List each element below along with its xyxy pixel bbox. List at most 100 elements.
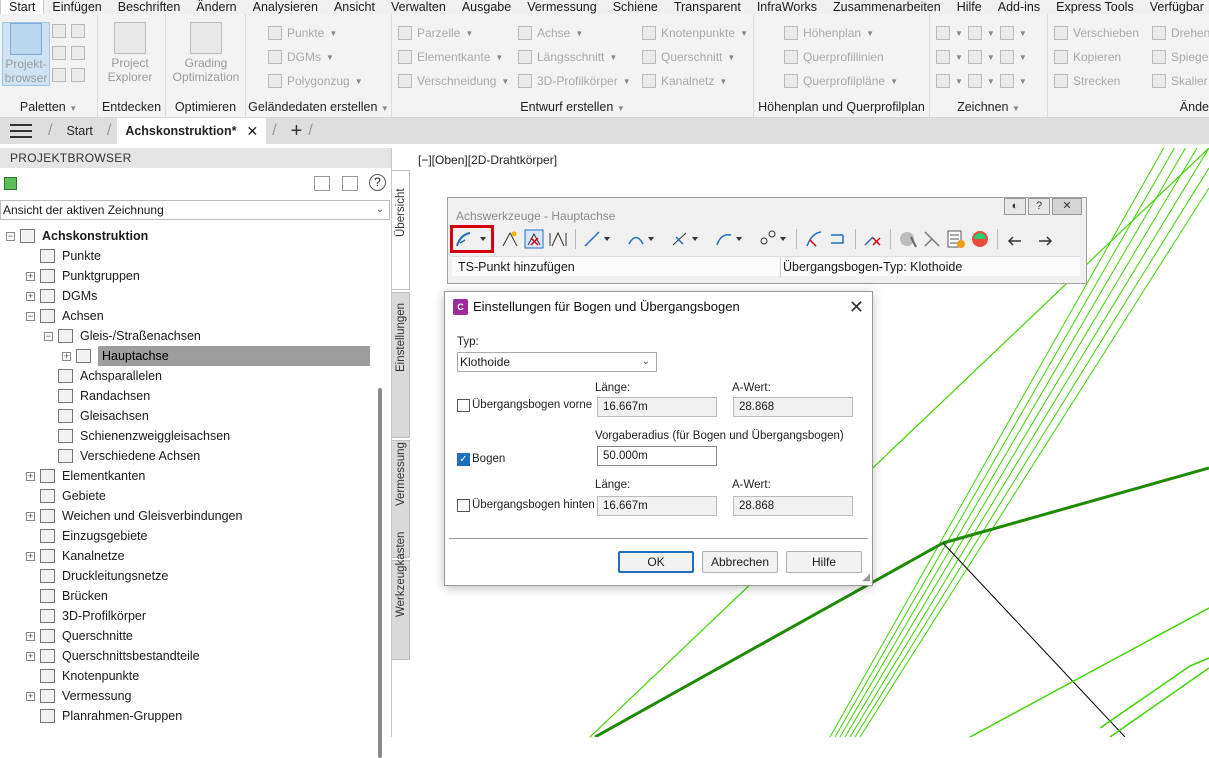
help-icon[interactable]: ? xyxy=(369,174,386,191)
awert-vorne-field[interactable]: 28.868 xyxy=(733,397,853,417)
pi-break-icon[interactable] xyxy=(548,229,568,249)
verschieben-button[interactable]: Verschieben xyxy=(1054,26,1139,40)
ribbon-tab-verwalten[interactable]: Verwalten xyxy=(383,0,454,14)
tree-item[interactable]: Gebiete xyxy=(0,486,376,506)
tree-item[interactable]: + Kanalnetze xyxy=(0,546,376,566)
laenge-vorne-field[interactable]: 16.667m xyxy=(597,397,717,417)
expand-icon[interactable]: + xyxy=(26,652,35,661)
redo-icon[interactable] xyxy=(1035,229,1055,249)
expand-icon[interactable]: + xyxy=(26,512,35,521)
tree-item[interactable]: Druckleitungsnetze xyxy=(0,566,376,586)
view-select[interactable]: Ansicht der aktiven Zeichnung ⌄ xyxy=(0,200,390,220)
verschneidung-button[interactable]: Verschneidung ▼ xyxy=(398,74,509,88)
strecken-button[interactable]: Strecken xyxy=(1054,74,1120,88)
kanalnetz-button[interactable]: Kanalnetz ▼ xyxy=(642,74,727,88)
subentity-editor-icon[interactable] xyxy=(922,229,942,249)
reverse-direction-icon[interactable] xyxy=(828,229,848,249)
expand-icon[interactable]: + xyxy=(26,552,35,561)
uebergangsbogen-vorne-checkbox[interactable] xyxy=(457,399,470,412)
ribbon-tab-zusammenarbeiten[interactable]: Zusammenarbeiten xyxy=(825,0,949,14)
tree-item[interactable]: Gleisachsen xyxy=(0,406,376,426)
ribbon-tab-add-ins[interactable]: Add-ins xyxy=(990,0,1048,14)
tree-item[interactable]: + DGMs xyxy=(0,286,376,306)
tree-item[interactable]: + Punktgruppen xyxy=(0,266,376,286)
ribbon-tab-start[interactable]: Start xyxy=(0,0,45,14)
delete-subentity-icon[interactable] xyxy=(863,229,883,249)
ribbon-tab-transparent[interactable]: Transparent xyxy=(666,0,749,14)
tree-item[interactable]: Punkte xyxy=(0,246,376,266)
dialog-title-bar[interactable]: C Einstellungen für Bogen und Übergangsb… xyxy=(445,292,872,322)
tree-item[interactable]: + Weichen und Gleisverbindungen xyxy=(0,506,376,526)
tree-item[interactable]: + Querschnittsbestandteile xyxy=(0,646,376,666)
tree-item[interactable]: Knotenpunkte xyxy=(0,666,376,686)
help-button[interactable]: ? xyxy=(1028,198,1050,215)
tab-uebersicht[interactable]: Übersicht xyxy=(392,170,410,290)
ribbon-tab-hilfe[interactable]: Hilfe xyxy=(949,0,990,14)
free-curve-dropdown[interactable] xyxy=(759,229,789,249)
hoehenplan-button[interactable]: Höhenplan ▼ xyxy=(784,26,874,40)
ribbon-tab-ansicht[interactable]: Ansicht xyxy=(326,0,383,14)
expand-icon[interactable]: + xyxy=(62,352,71,361)
parzelle-button[interactable]: Parzelle ▼ xyxy=(398,26,473,40)
tree-item[interactable]: − Achsen xyxy=(0,306,376,326)
panel-title-zeichnen[interactable]: Zeichnen ▼ xyxy=(930,100,1047,114)
ribbon-tab-schiene[interactable]: Schiene xyxy=(605,0,666,14)
tab-werkzeugkasten[interactable]: Werkzeugkasten xyxy=(392,532,410,660)
achse-button[interactable]: Achse ▼ xyxy=(518,26,583,40)
tree-item[interactable]: Einzugsgebiete xyxy=(0,526,376,546)
polygonzug-button[interactable]: Polygonzug ▼ xyxy=(268,74,363,88)
geometry-editor-icon[interactable] xyxy=(970,229,990,249)
awert-hinten-field[interactable]: 28.868 xyxy=(733,496,853,516)
expand-icon[interactable]: + xyxy=(26,472,35,481)
menu-icon[interactable] xyxy=(10,124,32,138)
curve-and-spiral-settings-dropdown[interactable] xyxy=(450,225,494,253)
tangent-line-dropdown[interactable] xyxy=(583,229,613,249)
convert-icon[interactable] xyxy=(804,229,824,249)
punkte-button[interactable]: Punkte ▼ xyxy=(268,26,337,40)
help-dialog-button[interactable]: Hilfe xyxy=(786,551,862,573)
tree-item[interactable]: + Querschnitte xyxy=(0,626,376,646)
projektbrowser-button[interactable]: Projekt-browser xyxy=(2,22,50,86)
tree-item[interactable]: Planrahmen-Gruppen xyxy=(0,706,376,726)
tab-start[interactable]: Start xyxy=(58,118,100,144)
tab-einstellungen[interactable]: Einstellungen xyxy=(392,292,410,438)
uebergangsbogen-hinten-checkbox[interactable] xyxy=(457,499,470,512)
tree-view-icon[interactable] xyxy=(314,176,330,191)
tree-item[interactable]: + Vermessung xyxy=(0,686,376,706)
close-icon[interactable]: ✕ xyxy=(849,292,864,322)
bogen-checkbox[interactable]: ✓ xyxy=(457,453,470,466)
project-status-icon[interactable] xyxy=(4,177,17,190)
pi-delete-icon[interactable] xyxy=(524,229,544,249)
knotenpunkte-button[interactable]: Knotenpunkte ▼ xyxy=(642,26,748,40)
expand-icon[interactable]: + xyxy=(26,272,35,281)
tree-item[interactable]: Schienenzweiggleisachsen xyxy=(0,426,376,446)
kopieren-button[interactable]: Kopieren xyxy=(1054,50,1121,64)
collapse-icon[interactable]: − xyxy=(26,312,35,321)
spiegeln-button[interactable]: Spiege xyxy=(1152,50,1208,64)
ribbon-tab-einfügen[interactable]: Einfügen xyxy=(44,0,109,14)
tree-item[interactable]: 3D-Profilkörper xyxy=(0,606,376,626)
ribbon-tab-vermessung[interactable]: Vermessung xyxy=(519,0,604,14)
querprofilplaene-button[interactable]: Querprofilpläne ▼ xyxy=(784,74,898,88)
zeichnen-row-2[interactable]: ▼ ▼ ▼ xyxy=(936,50,1027,64)
ribbon-tab-express-tools[interactable]: Express Tools xyxy=(1048,0,1142,14)
project-explorer-button[interactable]: Project Explorer xyxy=(106,22,154,86)
grading-optimization-button[interactable]: Grading Optimization xyxy=(170,22,242,86)
expand-icon[interactable]: + xyxy=(26,632,35,641)
close-button[interactable]: ✕ xyxy=(1052,198,1082,215)
panel-title-entwurf[interactable]: Entwurf erstellen ▼ xyxy=(392,100,753,114)
panel-title-gelaendedaten[interactable]: Geländedaten erstellen ▼ xyxy=(246,100,391,114)
querprofillinien-button[interactable]: Querprofillinien xyxy=(784,50,884,64)
tree-item[interactable]: + Elementkanten xyxy=(0,466,376,486)
ribbon-tab-verfügbar[interactable]: Verfügbar xyxy=(1142,0,1209,14)
radius-field[interactable]: 50.000m xyxy=(597,446,717,466)
expand-icon[interactable]: + xyxy=(26,692,35,701)
ribbon-tab-analysieren[interactable]: Analysieren xyxy=(245,0,326,14)
floating-curve-dropdown[interactable] xyxy=(715,229,745,249)
ribbon-tab-beschriften[interactable]: Beschriften xyxy=(110,0,189,14)
drehen-button[interactable]: Drehen xyxy=(1152,26,1209,40)
tab-achskonstruktion[interactable]: Achskonstruktion* ✕ xyxy=(117,118,267,144)
pick-subentity-icon[interactable] xyxy=(898,229,918,249)
elementkante-button[interactable]: Elementkante ▼ xyxy=(398,50,503,64)
tree-item[interactable]: + Hauptachse xyxy=(0,346,376,366)
